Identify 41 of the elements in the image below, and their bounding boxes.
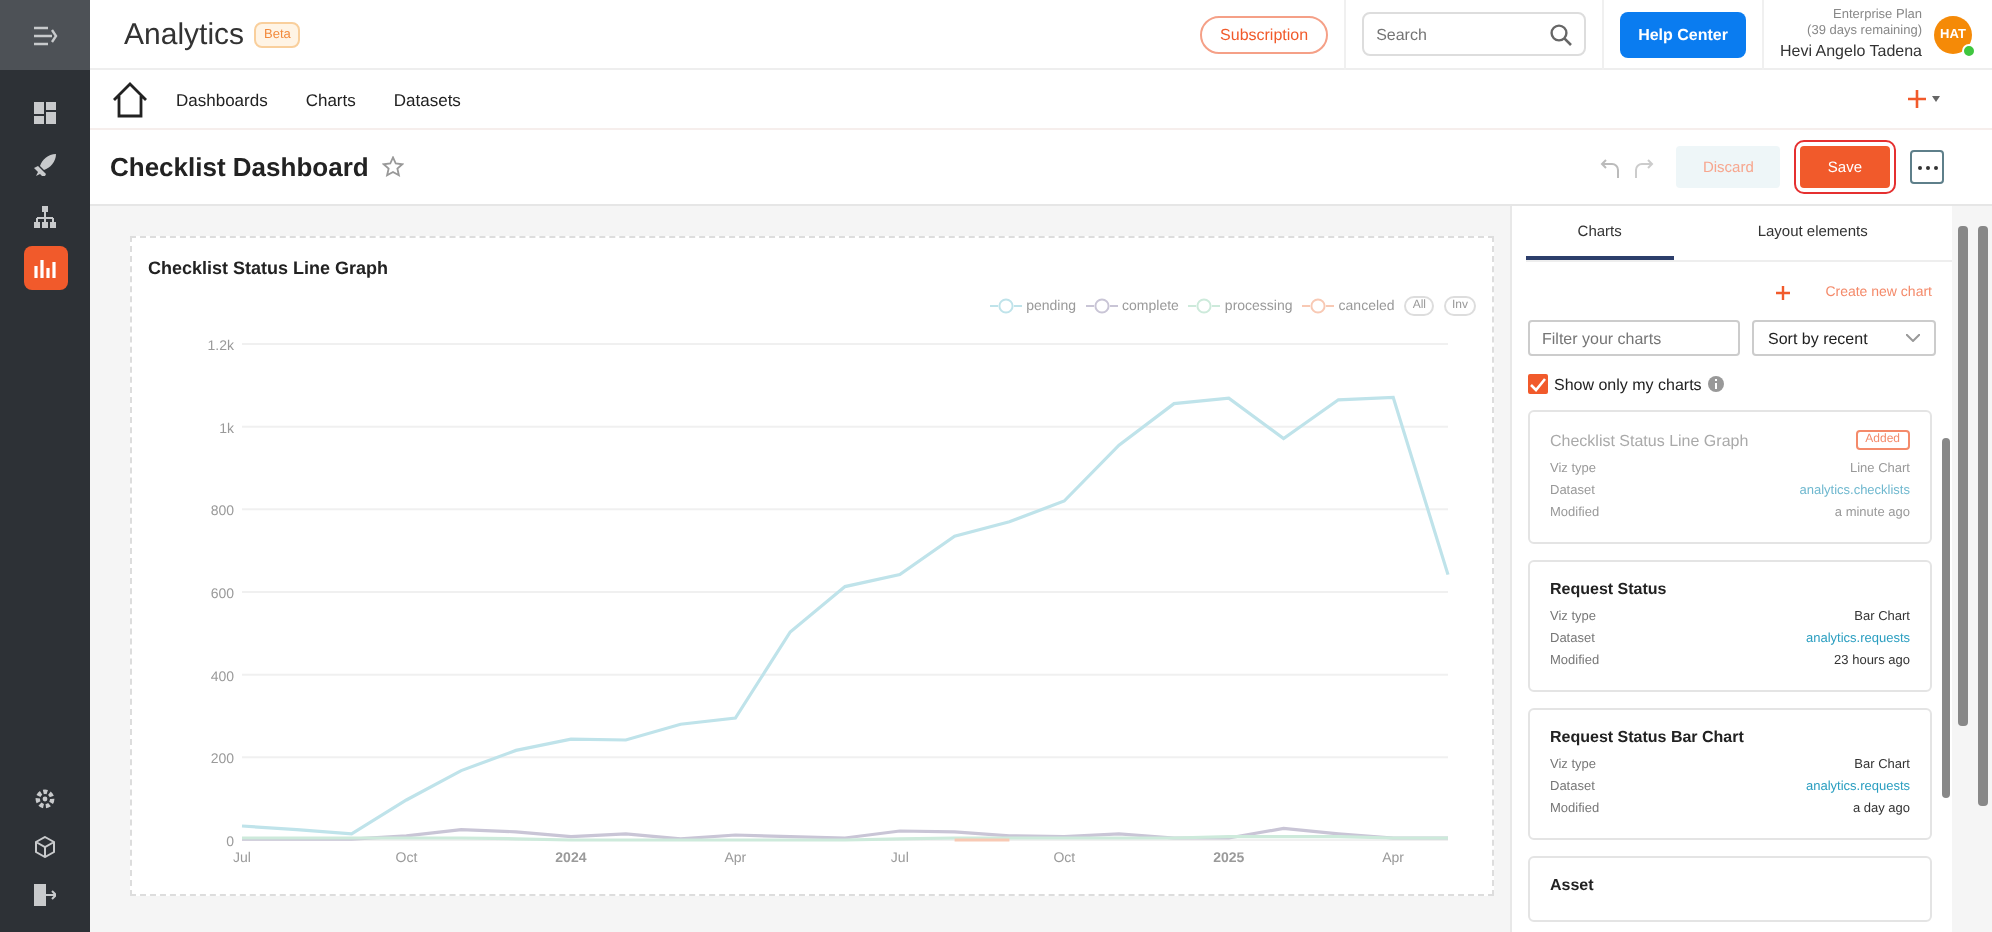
sort-dropdown[interactable]: Sort by recent [1752,320,1936,356]
app-title: Analytics [124,17,245,51]
caret-icon [1932,96,1940,102]
checkbox[interactable] [1528,374,1548,394]
nav-link[interactable]: Charts [305,89,356,109]
cube-icon [34,835,56,857]
search-icon [1550,24,1573,46]
filter-field[interactable]: Filter your charts [1528,320,1740,356]
menu-collapse-icon[interactable] [33,25,57,45]
chart-title: Checklist Status Line Graph [148,258,391,278]
plus-icon [1908,90,1926,108]
checkbox-label: Show only my charts [1554,375,1702,393]
dashboard-title: Checklist Dashboard [110,152,369,182]
more-button[interactable] [1910,150,1944,184]
chart-name: Request Status [1550,580,1667,598]
hierarchy-icon [34,205,56,227]
chart-name: Checklist Status Line Graph [1550,431,1749,449]
chart-name: Request Status Bar Chart [1550,728,1744,746]
help-center-button[interactable]: Help Center [1620,11,1746,57]
nav-link[interactable]: Dashboards [176,89,268,109]
sidebar-item[interactable] [23,246,67,290]
add-button[interactable] [1904,86,1944,112]
home-icon[interactable] [112,81,148,117]
online-status-dot [1962,43,1976,57]
plus-icon [1775,286,1790,300]
user-name: Hevi Angelo Tadena [1779,39,1922,61]
scrollbar[interactable] [1958,226,1968,726]
info-icon[interactable] [1707,376,1724,392]
scrollbar[interactable] [1978,226,1988,806]
settings-icon [34,787,56,809]
search-field[interactable]: Search [1362,12,1587,56]
chart-name: Asset [1550,876,1594,894]
rocket-icon [34,153,56,175]
chevron-down-icon [1906,334,1920,342]
dashboard-icon [34,101,56,123]
nav-link[interactable]: Datasets [393,89,461,109]
logout-icon [34,883,56,905]
subscription-button[interactable]: Subscription [1200,15,1329,53]
star-icon[interactable] [382,156,405,178]
bar-chart-icon [33,258,57,278]
chart-list-card[interactable]: Asset [1528,856,1932,922]
